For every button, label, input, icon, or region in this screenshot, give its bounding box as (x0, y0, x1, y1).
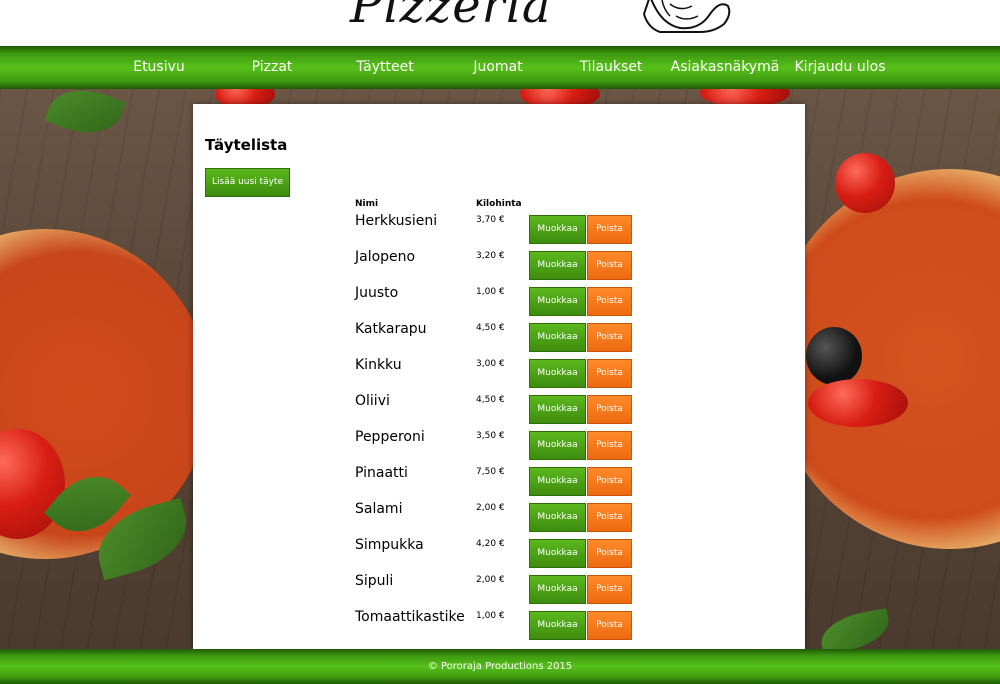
topping-price: 1,00 € (476, 611, 505, 621)
nav-item-asiakasnakyma[interactable]: Asiakasnäkymä (670, 46, 780, 89)
topping-price: 4,50 € (476, 395, 505, 405)
site-footer: © Pororaja Productions 2015 (0, 649, 1000, 684)
delete-button[interactable]: Poista (587, 431, 632, 460)
add-topping-button[interactable]: Lisää uusi täyte (205, 168, 290, 197)
delete-button[interactable]: Poista (587, 395, 632, 424)
topping-price: 1,00 € (476, 287, 505, 297)
nav-item-taytteet[interactable]: Täytteet (345, 46, 425, 89)
edit-button[interactable]: Muokkaa (529, 575, 586, 604)
nav-item-juomat[interactable]: Juomat (458, 46, 538, 89)
delete-button[interactable]: Poista (587, 215, 632, 244)
topping-price: 2,00 € (476, 503, 505, 513)
table-row: Oliivi 4,50 € Muokkaa Poista (193, 393, 805, 429)
delete-button[interactable]: Poista (587, 503, 632, 532)
edit-button[interactable]: Muokkaa (529, 611, 586, 640)
topping-name: Herkkusieni (355, 213, 438, 229)
basil-leaf (817, 608, 893, 649)
table-row: Tomaattikastike 1,00 € Muokkaa Poista (193, 609, 805, 645)
topping-name: Juusto (355, 285, 399, 301)
nav-item-pizzat[interactable]: Pizzat (232, 46, 312, 89)
tomato-slice (808, 379, 908, 427)
table-row: Kinkku 3,00 € Muokkaa Poista (193, 357, 805, 393)
site-header: Pizzeria (0, 0, 1000, 46)
site-logo-text: Pizzeria (350, 0, 552, 34)
topping-name: Jalopeno (355, 249, 416, 265)
delete-button[interactable]: Poista (587, 539, 632, 568)
tomato (835, 153, 895, 213)
edit-button[interactable]: Muokkaa (529, 539, 586, 568)
topping-name: Katkarapu (355, 321, 427, 337)
table-row: Jalopeno 3,20 € Muokkaa Poista (193, 249, 805, 285)
chef-icon (642, 0, 731, 33)
delete-button[interactable]: Poista (587, 287, 632, 316)
column-header-price: Kilohinta (476, 199, 522, 209)
nav-item-etusivu[interactable]: Etusivu (119, 46, 199, 89)
topping-name: Tomaattikastike (355, 609, 465, 625)
topping-price: 2,00 € (476, 575, 505, 585)
edit-button[interactable]: Muokkaa (529, 251, 586, 280)
topping-name: Pinaatti (355, 465, 408, 481)
basil-leaf (44, 89, 126, 145)
topping-price: 7,50 € (476, 467, 505, 477)
table-row: Herkkusieni 3,70 € Muokkaa Poista (193, 213, 805, 249)
delete-button[interactable]: Poista (587, 467, 632, 496)
main-panel: Täytelista Lisää uusi täyte Nimi Kilohin… (193, 104, 805, 649)
main-nav: Etusivu Pizzat Täytteet Juomat Tilaukset… (0, 46, 1000, 89)
copyright-text: © Pororaja Productions 2015 (427, 661, 573, 672)
edit-button[interactable]: Muokkaa (529, 467, 586, 496)
topping-name: Sipuli (355, 573, 394, 589)
topping-name: Kinkku (355, 357, 402, 373)
column-header-name: Nimi (355, 199, 379, 209)
topping-price: 3,00 € (476, 359, 505, 369)
topping-price: 3,50 € (476, 431, 505, 441)
table-row: Katkarapu 4,50 € Muokkaa Poista (193, 321, 805, 357)
topping-price: 4,20 € (476, 539, 505, 549)
nav-item-kirjaudu-ulos[interactable]: Kirjaudu ulos (790, 46, 890, 89)
edit-button[interactable]: Muokkaa (529, 323, 586, 352)
table-row: Sipuli 2,00 € Muokkaa Poista (193, 573, 805, 609)
topping-name: Salami (355, 501, 403, 517)
olive (806, 327, 862, 385)
delete-button[interactable]: Poista (587, 359, 632, 388)
delete-button[interactable]: Poista (587, 611, 632, 640)
edit-button[interactable]: Muokkaa (529, 359, 586, 388)
edit-button[interactable]: Muokkaa (529, 431, 586, 460)
topping-name: Simpukka (355, 537, 424, 553)
edit-button[interactable]: Muokkaa (529, 215, 586, 244)
edit-button[interactable]: Muokkaa (529, 287, 586, 316)
topping-price: 3,70 € (476, 215, 505, 225)
table-row: Juusto 1,00 € Muokkaa Poista (193, 285, 805, 321)
nav-item-tilaukset[interactable]: Tilaukset (571, 46, 651, 89)
table-row: Simpukka 4,20 € Muokkaa Poista (193, 537, 805, 573)
delete-button[interactable]: Poista (587, 251, 632, 280)
page-title: Täytelista (205, 136, 288, 154)
table-row: Salami 2,00 € Muokkaa Poista (193, 501, 805, 537)
delete-button[interactable]: Poista (587, 575, 632, 604)
table-row: Pinaatti 7,50 € Muokkaa Poista (193, 465, 805, 501)
delete-button[interactable]: Poista (587, 323, 632, 352)
topping-name: Oliivi (355, 393, 390, 409)
topping-price: 3,20 € (476, 251, 505, 261)
topping-price: 4,50 € (476, 323, 505, 333)
edit-button[interactable]: Muokkaa (529, 395, 586, 424)
edit-button[interactable]: Muokkaa (529, 503, 586, 532)
table-row: Pepperoni 3,50 € Muokkaa Poista (193, 429, 805, 465)
topping-name: Pepperoni (355, 429, 425, 445)
